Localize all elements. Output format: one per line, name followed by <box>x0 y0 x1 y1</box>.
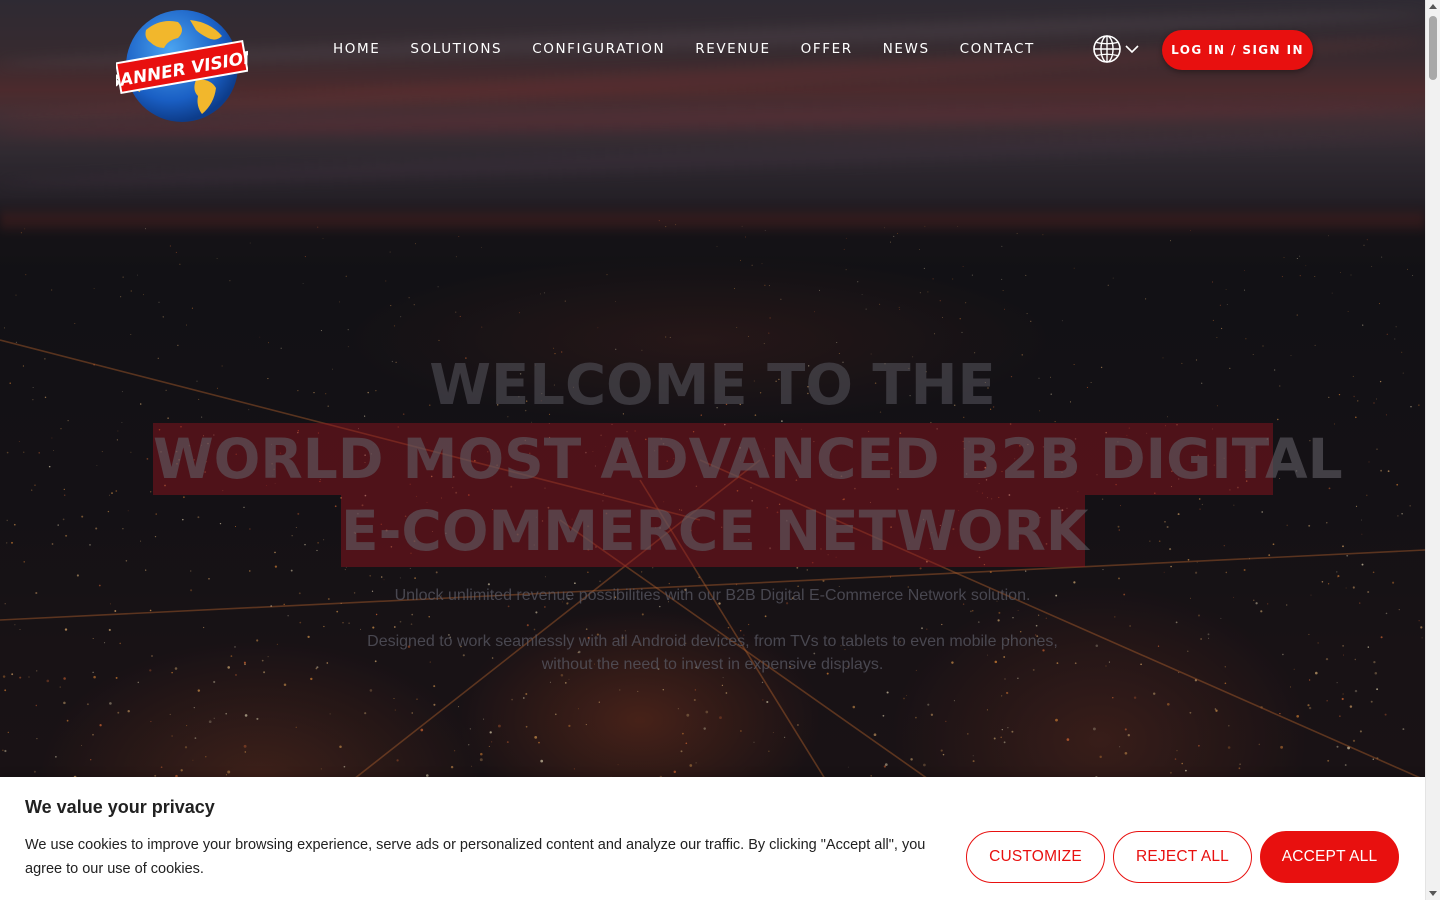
main-nav: HOME SOLUTIONS CONFIGURATION REVENUE OFFER NE… <box>318 38 1050 60</box>
nav-item-home[interactable]: HOME <box>318 38 395 60</box>
chevron-down-icon <box>1125 45 1139 54</box>
cookie-title: We value your privacy <box>25 797 215 817</box>
hero-title-line1: WELCOME TO THE <box>429 353 996 418</box>
banner-vision-logo[interactable]: BANNER VISION <box>116 8 248 124</box>
hero-description: Designed to work seamlessly with all And… <box>367 633 1058 673</box>
nav-item-offer[interactable]: OFFER <box>786 38 868 60</box>
nav-item-configuration[interactable]: CONFIGURATION <box>517 38 680 60</box>
accept-all-button[interactable]: ACCEPT ALL <box>1260 831 1399 883</box>
login-signin-button[interactable]: LOG IN / SIGN IN <box>1162 30 1313 70</box>
nav-item-solutions[interactable]: SOLUTIONS <box>395 38 517 60</box>
nav-item-contact[interactable]: CONTACT <box>945 38 1050 60</box>
hero-subtitle: Unlock unlimited revenue possibilities w… <box>394 587 1031 604</box>
cookie-text: We use cookies to improve your browsing … <box>25 837 926 877</box>
page: BANNER VISION HOME SOLUTIONS CONFIGURATION… <box>0 0 1425 900</box>
nav-item-revenue[interactable]: REVENUE <box>680 38 785 60</box>
page-scrollbar[interactable] <box>1425 0 1440 900</box>
customize-button[interactable]: CUSTOMIZE <box>966 831 1105 883</box>
scroll-up-arrow-icon[interactable] <box>1429 4 1437 9</box>
nav-item-news[interactable]: NEWS <box>868 38 945 60</box>
language-selector[interactable] <box>1092 34 1140 64</box>
scroll-down-arrow-icon[interactable] <box>1429 891 1437 896</box>
hero-title-line2: WORLD MOST ADVANCED B2B DIGITAL <box>153 427 1343 491</box>
cookie-consent-banner: We value your privacy We use cookies to … <box>0 777 1425 900</box>
hero-title-line3: E-COMMERCE NETWORK <box>341 499 1089 563</box>
globe-icon <box>1093 35 1121 63</box>
scrollbar-thumb[interactable] <box>1429 16 1437 80</box>
reject-all-button[interactable]: REJECT ALL <box>1113 831 1252 883</box>
